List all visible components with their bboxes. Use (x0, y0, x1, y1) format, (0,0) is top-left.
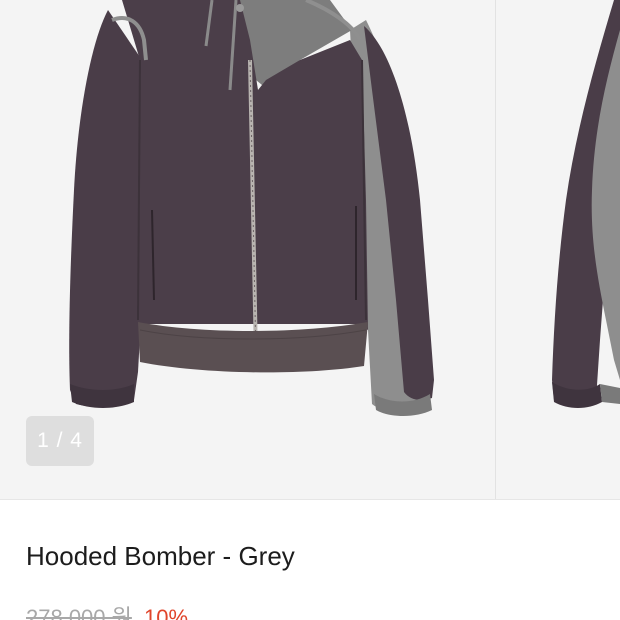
image-counter-badge: 1 / 4 (26, 416, 94, 466)
product-page: 1 / 4 Hooded Bomber - Grey 278,000 원 10% (0, 0, 620, 620)
price-row: 278,000 원 10% (26, 604, 188, 620)
original-price: 278,000 원 (26, 605, 132, 620)
product-title: Hooded Bomber - Grey (26, 541, 295, 571)
product-image-slide-2[interactable] (496, 0, 620, 499)
product-image-gallery[interactable]: 1 / 4 (0, 0, 620, 500)
hooded-bomber-side-image (552, 0, 620, 408)
discount-rate: 10% (144, 605, 189, 620)
